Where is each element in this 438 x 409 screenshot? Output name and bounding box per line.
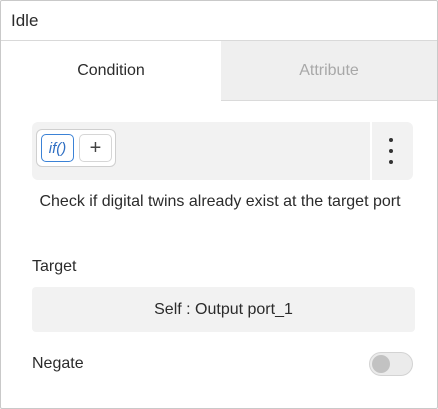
condition-description: Check if digital twins already exist at … — [39, 193, 401, 210]
negate-label: Negate — [32, 355, 84, 372]
condition-chip-group: if() + — [36, 129, 116, 167]
negate-toggle[interactable] — [369, 352, 413, 376]
panel-title: Idle — [11, 10, 39, 30]
toolbar-divider — [370, 122, 372, 180]
if-condition-chip[interactable]: if() — [41, 134, 74, 162]
properties-panel: Idle Condition Attribute if() + Check if… — [0, 0, 438, 409]
panel-header: Idle — [1, 1, 437, 41]
target-value: Self : Output port_1 — [154, 300, 293, 318]
target-label: Target — [32, 258, 77, 275]
add-condition-button[interactable]: + — [79, 134, 112, 162]
condition-toolbar: if() + — [32, 122, 413, 180]
tab-attribute[interactable]: Attribute — [221, 41, 437, 101]
toggle-knob — [372, 355, 390, 373]
target-field[interactable]: Self : Output port_1 — [32, 287, 415, 332]
more-options-icon[interactable] — [384, 138, 398, 164]
tab-condition[interactable]: Condition — [1, 41, 221, 101]
tab-bar: Condition Attribute — [1, 41, 437, 101]
